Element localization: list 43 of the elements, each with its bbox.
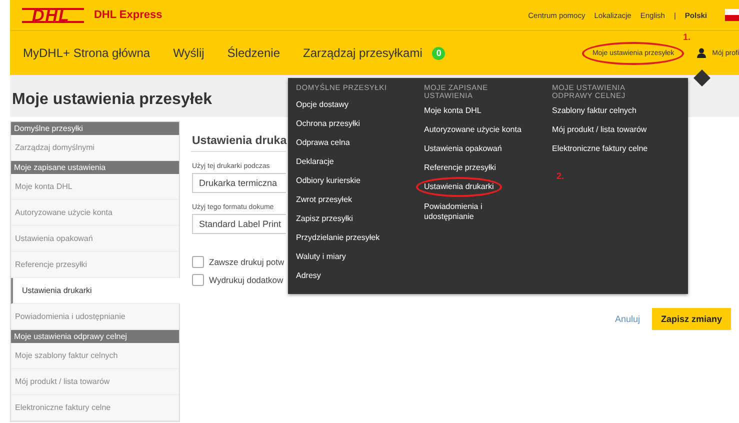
brand-name: DHL Express: [94, 9, 162, 21]
page-title: Moje ustawienia przesyłek: [12, 91, 212, 109]
checkbox-label: Zawsze drukuj potw: [209, 257, 284, 267]
nav-link[interactable]: MyDHL+ Strona główna: [23, 46, 150, 60]
menu-item[interactable]: Powiadomienia i udostępnianie: [424, 197, 534, 226]
menu-item[interactable]: Referencje przesyłki: [424, 158, 496, 177]
sidebar-item[interactable]: Ustawienia drukarki: [11, 278, 180, 304]
flag-icon[interactable]: [725, 9, 739, 21]
person-icon[interactable]: [697, 48, 706, 58]
menu-item[interactable]: Ochrona przesyłki: [296, 114, 360, 133]
nav-link[interactable]: Zarządzaj przesyłkami: [303, 46, 422, 60]
menu-item[interactable]: Deklaracje: [296, 152, 334, 171]
menu-item[interactable]: Szablony faktur celnych: [552, 101, 636, 120]
checkbox[interactable]: [192, 274, 204, 286]
menu-item[interactable]: Odprawa celna: [296, 133, 350, 152]
annotation-number: 2.: [556, 171, 564, 181]
menu-item[interactable]: Autoryzowane użycie konta: [424, 120, 522, 139]
annotation-number: 1.: [683, 32, 692, 42]
nav-link[interactable]: Śledzenie: [227, 46, 280, 60]
cancel-link[interactable]: Anuluj: [614, 314, 640, 324]
checkbox[interactable]: [192, 256, 204, 268]
save-button[interactable]: Zapisz zmiany: [652, 308, 731, 330]
section-title: Ustawienia druka: [192, 135, 287, 149]
checkbox-label: Wydrukuj dodatkow: [209, 275, 284, 285]
menu-item[interactable]: Elektroniczne faktury celne: [552, 139, 648, 158]
menu-item[interactable]: Zwrot przesyłek: [296, 190, 352, 209]
menu-item[interactable]: Mój produkt / lista towarów: [552, 120, 647, 139]
section-header: Domyślne przesyłki: [11, 122, 179, 135]
menu-item[interactable]: Moje konta DHL: [424, 101, 482, 120]
menu-item[interactable]: Waluty i miary: [296, 247, 346, 266]
menu-item[interactable]: Opcje dostawy: [296, 95, 348, 114]
dropdown-field[interactable]: Standard Label Print: [192, 214, 286, 234]
menu-item[interactable]: Odbiory kurierskie: [296, 171, 360, 190]
menu-item[interactable]: Przydzielanie przesyłek: [296, 228, 380, 247]
dhl-logo[interactable]: DHL: [22, 8, 84, 22]
nav-link[interactable]: Wyślij: [173, 46, 204, 60]
section-header: Moje zapisane ustawienia: [11, 161, 179, 174]
count-badge: 0: [432, 46, 446, 60]
dropdown-field[interactable]: Drukarka termiczna: [192, 173, 286, 193]
menu-item[interactable]: Adresy: [296, 266, 321, 285]
menu-item[interactable]: Zapisz przesyłki: [296, 209, 353, 228]
section-header: Moje ustawienia odprawy celnej: [11, 330, 179, 343]
menu-item[interactable]: Ustawienia opakowań: [424, 139, 502, 158]
